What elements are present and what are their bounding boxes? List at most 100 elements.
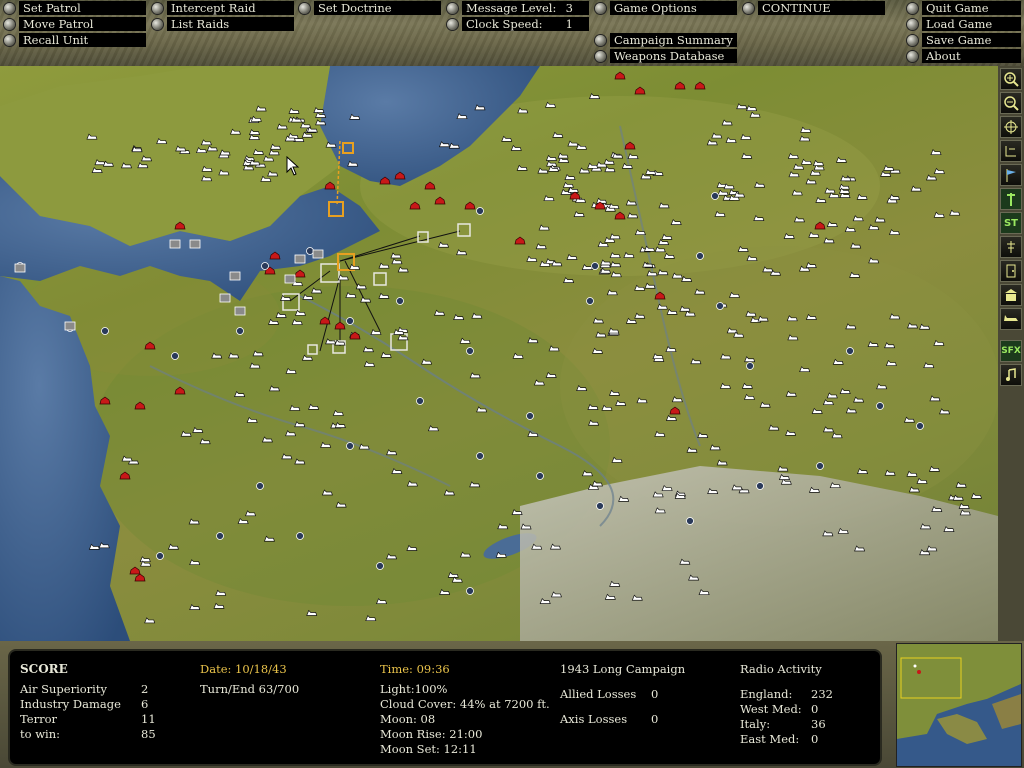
allied-unit-icon[interactable] [625,199,637,206]
allied-unit-icon[interactable] [94,159,106,166]
allied-unit-icon[interactable] [315,119,327,126]
allied-unit-icon[interactable] [611,456,623,463]
allied-unit-icon[interactable] [250,115,262,122]
allied-unit-icon[interactable] [791,189,803,196]
allied-unit-icon[interactable] [201,165,213,172]
allied-unit-icon[interactable] [656,303,668,310]
allied-unit-icon[interactable] [970,492,982,499]
allied-unit-icon[interactable] [736,103,748,110]
allied-unit-icon[interactable] [588,92,600,99]
recall-unit-button[interactable]: Recall Unit [4,33,146,47]
allied-unit-icon[interactable] [634,229,646,236]
allied-unit-icon[interactable] [267,170,279,177]
allied-unit-icon[interactable] [595,331,607,338]
allied-unit-icon[interactable] [539,597,551,604]
airfield-icon[interactable] [916,422,924,430]
allied-unit-icon[interactable] [809,169,821,176]
allied-unit-icon[interactable] [391,258,403,265]
allied-unit-icon[interactable] [759,401,771,408]
game-options-button[interactable]: Game Options [595,1,737,15]
allied-unit-icon[interactable] [800,126,812,133]
allied-unit-icon[interactable] [884,469,896,476]
allied-unit-icon[interactable] [526,255,538,262]
allied-unit-icon[interactable] [397,334,409,341]
radar-station-icon[interactable] [229,271,241,281]
allied-unit-icon[interactable] [355,283,367,290]
allied-unit-icon[interactable] [141,155,153,162]
allied-unit-icon[interactable] [275,311,287,318]
allied-unit-icon[interactable] [740,133,752,140]
allied-unit-icon[interactable] [694,288,706,295]
allied-unit-icon[interactable] [643,245,655,252]
axis-unit-icon[interactable] [409,201,421,210]
allied-unit-icon[interactable] [930,149,942,156]
allied-unit-icon[interactable] [876,383,888,390]
allied-unit-icon[interactable] [308,403,320,410]
axis-unit-icon[interactable] [174,386,186,395]
allied-unit-icon[interactable] [581,264,593,270]
airfield-icon[interactable] [296,532,304,540]
allied-unit-icon[interactable] [684,310,696,317]
airfield-icon[interactable] [376,562,384,570]
allied-unit-icon[interactable] [657,269,669,276]
allied-unit-icon[interactable] [644,282,656,289]
allied-unit-icon[interactable] [811,407,823,414]
allied-unit-icon[interactable] [671,396,683,403]
allied-unit-icon[interactable] [289,404,301,411]
allied-unit-icon[interactable] [799,366,811,373]
move-patrol-button[interactable]: Move Patrol [4,17,146,31]
allied-unit-icon[interactable] [658,202,670,209]
allied-unit-icon[interactable] [604,593,616,600]
airfield-icon[interactable] [686,517,694,525]
allied-unit-icon[interactable] [268,318,280,325]
allied-unit-icon[interactable] [610,261,622,268]
axis-unit-icon[interactable] [464,201,476,210]
allied-unit-icon[interactable] [868,257,880,264]
allied-unit-icon[interactable] [837,527,849,534]
airfield-icon[interactable] [216,532,224,540]
allied-unit-icon[interactable] [592,317,604,324]
axis-unit-icon[interactable] [624,141,636,150]
allied-unit-icon[interactable] [294,421,306,428]
allied-unit-icon[interactable] [427,425,439,432]
allied-unit-icon[interactable] [281,453,293,460]
allied-unit-icon[interactable] [840,175,852,182]
allied-unit-icon[interactable] [573,210,585,217]
allied-unit-icon[interactable] [175,145,187,152]
airfield-icon[interactable] [476,207,484,215]
weapons-database-button[interactable]: Weapons Database [595,49,737,63]
allied-unit-icon[interactable] [828,192,840,199]
allied-unit-icon[interactable] [531,543,543,550]
allied-unit-icon[interactable] [229,128,241,135]
allied-unit-icon[interactable] [925,174,937,181]
allied-unit-icon[interactable] [787,334,799,341]
allied-unit-icon[interactable] [721,119,733,126]
allied-unit-icon[interactable] [832,358,844,365]
allied-unit-icon[interactable] [337,274,349,281]
allied-unit-icon[interactable] [386,553,398,560]
allied-unit-icon[interactable] [743,393,755,400]
allied-unit-icon[interactable] [679,558,691,565]
allied-unit-icon[interactable] [658,238,670,245]
airfield-icon[interactable] [696,252,704,260]
intercept-raid-button[interactable]: Intercept Raid [152,1,294,15]
allied-unit-icon[interactable] [349,113,361,120]
allied-unit-icon[interactable] [920,523,932,530]
allied-unit-icon[interactable] [612,152,624,159]
allied-unit-icon[interactable] [248,133,260,140]
allied-unit-icon[interactable] [808,486,820,493]
axis-unit-icon[interactable] [814,221,826,230]
axis-unit-icon[interactable] [334,321,346,330]
allied-unit-icon[interactable] [618,495,630,502]
allied-unit-icon[interactable] [734,191,746,198]
allied-unit-icon[interactable] [287,132,299,139]
airfield-icon[interactable] [746,362,754,370]
allied-unit-icon[interactable] [195,147,208,154]
allied-unit-icon[interactable] [697,432,709,438]
allied-unit-icon[interactable] [260,175,272,182]
axis-unit-icon[interactable] [674,81,686,90]
allied-unit-icon[interactable] [459,337,471,344]
building-icon[interactable] [1000,284,1022,306]
allied-unit-icon[interactable] [845,323,857,330]
airfield-icon[interactable] [101,327,109,335]
